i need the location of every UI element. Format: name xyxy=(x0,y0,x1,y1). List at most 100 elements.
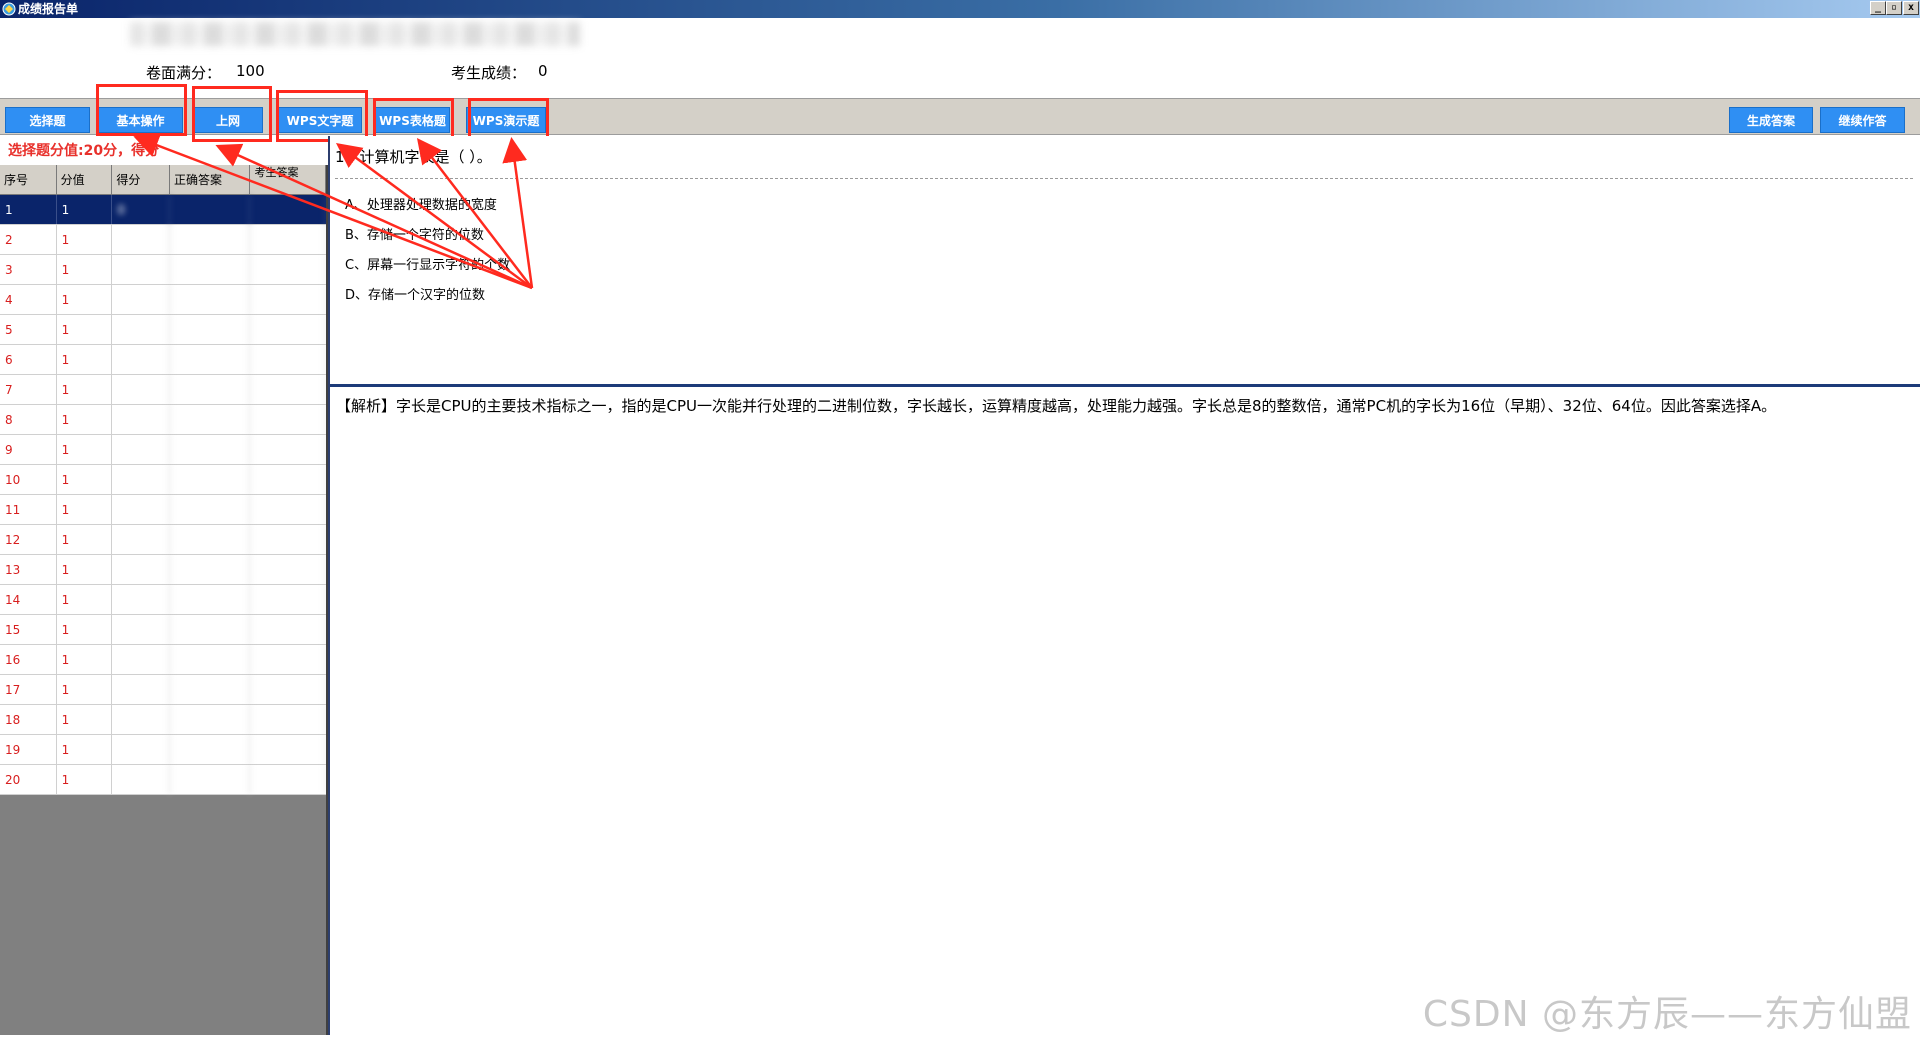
tab-wps-spreadsheet[interactable]: WPS表格题 xyxy=(375,107,450,133)
cell-correct-answer xyxy=(170,225,251,254)
cell-correct-answer xyxy=(170,255,251,284)
cell-score xyxy=(112,525,170,554)
table-row[interactable]: 81 xyxy=(0,405,326,435)
cell-value: 1 xyxy=(57,315,113,344)
tab-choice[interactable]: 选择题 xyxy=(5,107,90,133)
cell-correct-answer xyxy=(170,735,251,764)
cell-score xyxy=(112,645,170,674)
cell-correct-answer xyxy=(170,375,251,404)
table-row[interactable]: 51 xyxy=(0,315,326,345)
table-row[interactable]: 15 1 xyxy=(0,615,326,645)
cell-no: 10 xyxy=(0,465,57,494)
cell-score xyxy=(112,615,170,644)
table-row[interactable]: 21 xyxy=(0,225,326,255)
toolbar: 选择题 基本操作 上网 WPS文字题 WPS表格题 WPS演示题 生成答案 继续… xyxy=(0,98,1920,135)
cell-examinee-answer xyxy=(250,285,326,314)
option-c: C、屏幕一行显示字符的个数 xyxy=(345,258,511,273)
cell-score xyxy=(112,555,170,584)
cell-value: 1 xyxy=(57,525,113,554)
tab-internet[interactable]: 上网 xyxy=(193,107,263,133)
cell-correct-answer xyxy=(170,495,251,524)
cell-no: 6 xyxy=(0,345,57,374)
table-row[interactable]: 13 1 xyxy=(0,555,326,585)
cell-value: 1 xyxy=(57,705,113,734)
cell-correct-answer xyxy=(170,285,251,314)
cell-no: 11 xyxy=(0,495,57,524)
cell-no: 12 xyxy=(0,525,57,554)
cell-score xyxy=(112,255,170,284)
table-row[interactable]: 12 1 xyxy=(0,525,326,555)
col-header-correct-answer[interactable]: 正确答案 xyxy=(170,165,251,194)
tab-wps-writer[interactable]: WPS文字题 xyxy=(278,107,362,133)
maximize-button[interactable]: ▫ xyxy=(1886,1,1902,15)
cell-examinee-answer xyxy=(250,465,326,494)
table-row[interactable]: 11 1 xyxy=(0,495,326,525)
cell-value: 1 xyxy=(57,345,113,374)
tab-basic-operation[interactable]: 基本操作 xyxy=(98,107,183,133)
cell-value: 1 xyxy=(57,735,113,764)
cell-score xyxy=(112,315,170,344)
cell-value: 1 xyxy=(57,495,113,524)
table-row[interactable]: 16 1 xyxy=(0,645,326,675)
cell-examinee-answer xyxy=(250,615,326,644)
cell-correct-answer xyxy=(170,705,251,734)
col-header-no[interactable]: 序号 xyxy=(0,165,57,194)
col-header-examinee-answer[interactable]: 考生答案 xyxy=(250,165,326,194)
cell-no: 14 xyxy=(0,585,57,614)
cell-score xyxy=(112,435,170,464)
cell-score xyxy=(112,675,170,704)
cell-no: 2 xyxy=(0,225,57,254)
cell-no: 17 xyxy=(0,675,57,704)
cell-value: 1 xyxy=(57,465,113,494)
table-row[interactable]: 20 1 xyxy=(0,765,326,795)
cell-value: 1 xyxy=(57,435,113,464)
examinee-score-value: 0 xyxy=(538,62,548,80)
grid-body: 1 1 0 2 1 3 1 4 1 5 1 6 1 7 1 8 1 9 1 10 1 11 1 12 1 13 1 14 1 15 1 16 1… xyxy=(0,195,326,795)
close-button[interactable]: x xyxy=(1903,1,1919,15)
minimize-button[interactable]: _ xyxy=(1870,1,1886,15)
table-row[interactable]: 110 xyxy=(0,195,326,225)
cell-examinee-answer xyxy=(250,315,326,344)
grid-header: 序号 分值 得分 正确答案 考生答案 xyxy=(0,165,326,195)
cell-score xyxy=(112,765,170,794)
table-row[interactable]: 31 xyxy=(0,255,326,285)
cell-score: 0 xyxy=(112,195,170,224)
table-row[interactable]: 14 1 xyxy=(0,585,326,615)
cell-no: 4 xyxy=(0,285,57,314)
continue-button[interactable]: 继续作答 xyxy=(1820,107,1905,133)
cell-no: 13 xyxy=(0,555,57,584)
table-row[interactable]: 91 xyxy=(0,435,326,465)
redacted-header xyxy=(130,22,580,46)
cell-examinee-answer xyxy=(250,675,326,704)
table-row[interactable]: 10 1 xyxy=(0,465,326,495)
table-row[interactable]: 71 xyxy=(0,375,326,405)
cell-no: 8 xyxy=(0,405,57,434)
table-row[interactable]: 61 xyxy=(0,345,326,375)
cell-score xyxy=(112,465,170,494)
generate-answer-button[interactable]: 生成答案 xyxy=(1729,107,1813,133)
cell-value: 1 xyxy=(57,615,113,644)
cell-score xyxy=(112,285,170,314)
cell-value: 1 xyxy=(57,645,113,674)
cell-score xyxy=(112,405,170,434)
section-score-note: 选择题分值:20分，得分 xyxy=(8,143,160,159)
cell-score xyxy=(112,705,170,734)
table-row[interactable]: 18 1 xyxy=(0,705,326,735)
cell-correct-answer xyxy=(170,405,251,434)
col-header-score[interactable]: 得分 xyxy=(112,165,170,194)
watermark: CSDN @东方辰——东方仙盟 xyxy=(1422,994,1912,1035)
cell-examinee-answer xyxy=(250,255,326,284)
tab-wps-presentation[interactable]: WPS演示题 xyxy=(466,107,546,133)
full-score-label: 卷面满分： xyxy=(146,64,222,82)
cell-no: 16 xyxy=(0,645,57,674)
table-row[interactable]: 41 xyxy=(0,285,326,315)
cell-no: 5 xyxy=(0,315,57,344)
cell-correct-answer xyxy=(170,345,251,374)
cell-value: 1 xyxy=(57,375,113,404)
table-row[interactable]: 17 1 xyxy=(0,675,326,705)
cell-examinee-answer xyxy=(250,345,326,374)
panel-separator xyxy=(330,384,1920,387)
col-header-value[interactable]: 分值 xyxy=(57,165,113,194)
cell-correct-answer xyxy=(170,465,251,494)
table-row[interactable]: 19 1 xyxy=(0,735,326,765)
